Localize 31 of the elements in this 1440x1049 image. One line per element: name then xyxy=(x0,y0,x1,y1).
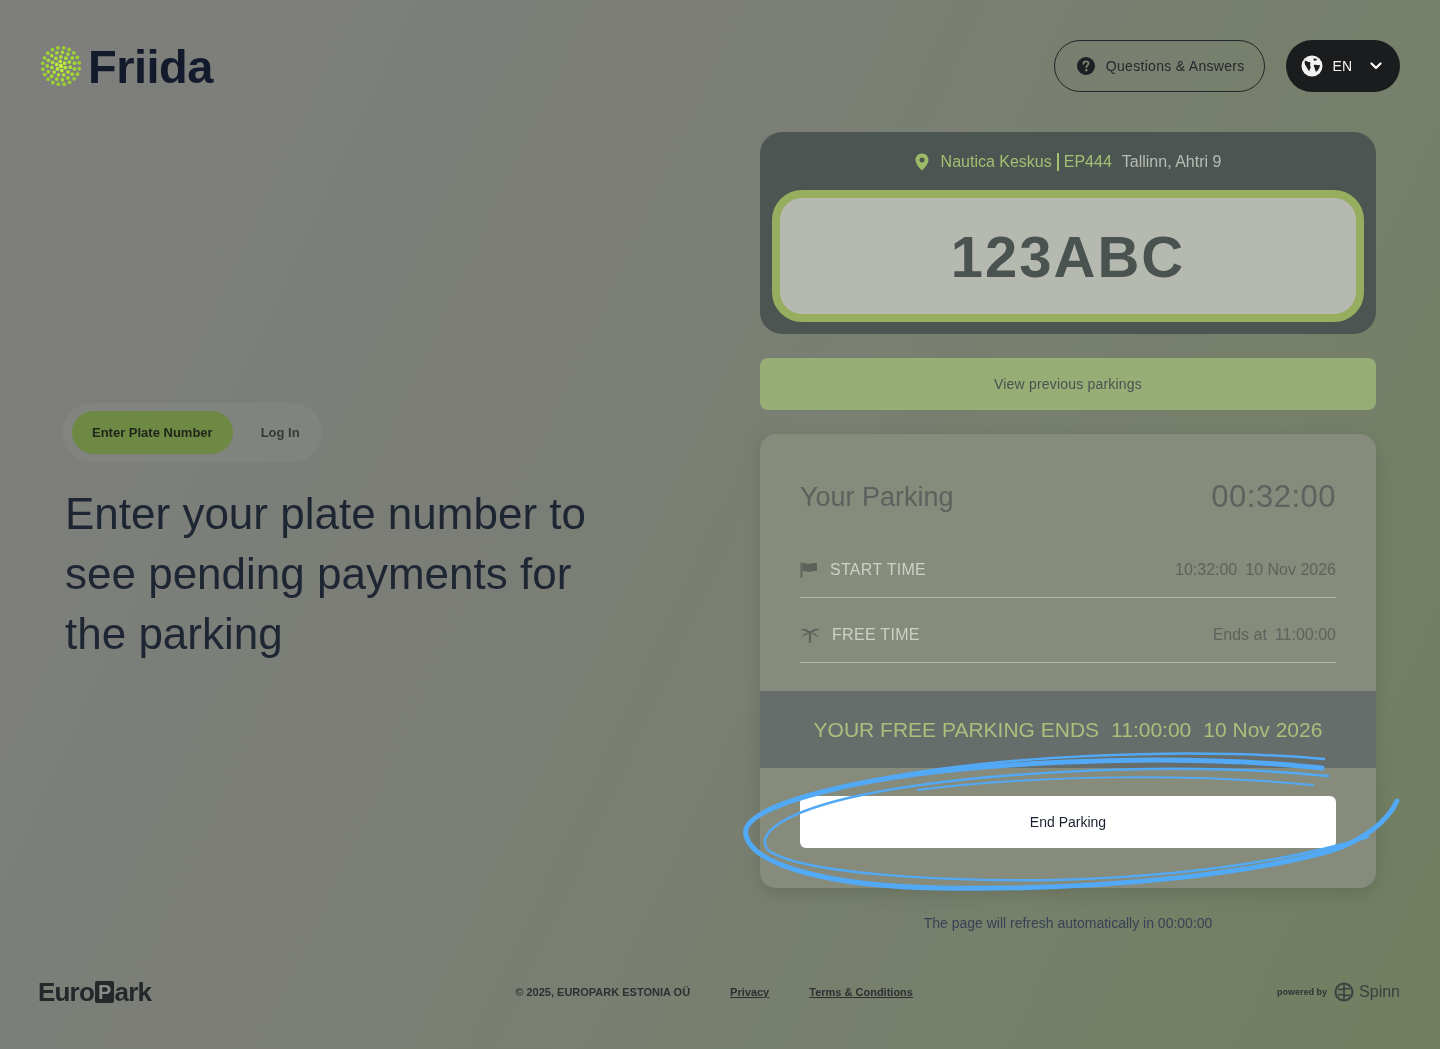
sunburst-logo-icon xyxy=(40,45,82,87)
banner-text: YOUR FREE PARKING ENDS xyxy=(813,717,1100,742)
end-parking-button[interactable]: End Parking xyxy=(800,796,1336,848)
footer-link[interactable]: Privacy xyxy=(730,986,770,998)
round-logo-icon xyxy=(1334,982,1355,1002)
footer-link[interactable]: Terms & Conditions xyxy=(809,986,913,998)
history-button[interactable]: View previous parkings xyxy=(760,358,1376,410)
location-code: EP444 xyxy=(1062,153,1112,171)
palm-tree-icon xyxy=(800,627,820,643)
flag-icon xyxy=(800,562,818,578)
location-name: Nautica Keskus xyxy=(940,153,1059,171)
location-pin-icon xyxy=(914,153,929,171)
row-label: START TIME xyxy=(830,561,927,579)
brand-name-text: Spinn xyxy=(1359,983,1400,1001)
europark-logo: Euro Park xyxy=(38,976,152,1008)
row-label: FREE TIME xyxy=(832,626,920,644)
chevron-down-icon xyxy=(1370,62,1382,70)
location-address: Tallinn, Ahtri 9 xyxy=(1121,153,1222,171)
language-selector[interactable]: EN xyxy=(1285,40,1400,92)
banner-text: 10 Nov 2026 xyxy=(1203,717,1323,742)
tab[interactable]: Enter Plate Number xyxy=(72,410,233,454)
tab[interactable]: Log In xyxy=(240,410,320,454)
brand-logo-text: Friida xyxy=(88,42,213,90)
globe-icon xyxy=(1300,55,1323,77)
powered-by-text: powered by xyxy=(1277,987,1328,997)
copyright-text: © 2025, EUROPARK ESTONIA OÜ xyxy=(515,986,691,998)
plate-number: 123ABC xyxy=(772,190,1364,322)
intro-heading: Enter your plate number to see pending payments for the parking xyxy=(65,487,587,660)
refresh-notice: The page will refresh automatically in 00:00:00 xyxy=(922,914,1214,933)
banner-text: 11:00:00 xyxy=(1111,717,1192,742)
question-icon xyxy=(1076,57,1095,75)
